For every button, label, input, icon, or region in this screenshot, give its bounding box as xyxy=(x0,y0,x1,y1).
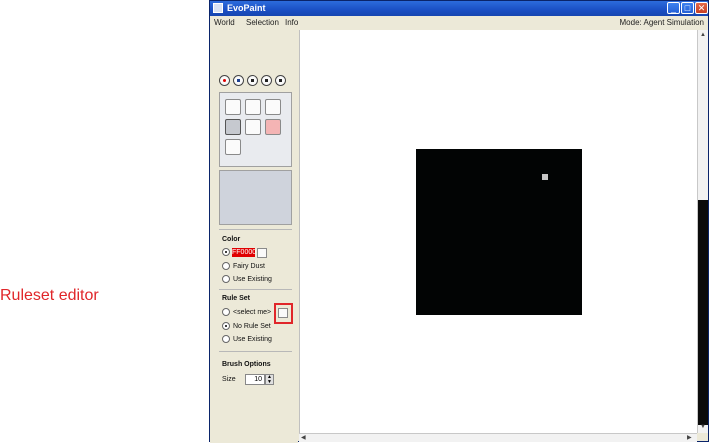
no-ruleset-radio[interactable] xyxy=(222,322,230,331)
evopaint-window: EvoPaint _ □ ✕ World Selection Info Mode… xyxy=(209,0,709,443)
brush-options-title: Brush Options xyxy=(222,361,271,368)
size-label: Size xyxy=(222,376,236,383)
mode-label: Mode: Agent Simulation xyxy=(619,18,705,27)
menu-world[interactable]: World xyxy=(214,18,235,28)
scroll-right-icon[interactable]: ▶ xyxy=(687,434,692,442)
stop-icon[interactable] xyxy=(261,75,272,86)
menu-bar: World Selection Info Mode: Agent Simulat… xyxy=(210,16,708,29)
brush-size-input[interactable]: 10 xyxy=(245,374,265,385)
ruleset-option-use-existing[interactable]: Use Existing xyxy=(222,335,272,345)
divider xyxy=(219,351,292,352)
eraser-icon[interactable] xyxy=(265,119,281,135)
brush-size-spinner[interactable]: ▲ ▼ xyxy=(265,374,274,385)
title-bar: EvoPaint _ □ ✕ xyxy=(210,1,708,16)
color-use-existing-radio[interactable] xyxy=(222,275,230,284)
world-view[interactable] xyxy=(416,149,582,315)
ruleset-section-title: Rule Set xyxy=(222,295,251,302)
agent-pixel xyxy=(542,174,548,180)
move-icon[interactable] xyxy=(245,99,261,115)
color-option-fairy-dust[interactable]: Fairy Dust xyxy=(222,262,265,272)
scroll-down-icon[interactable]: ▼ xyxy=(700,423,706,431)
color-section-title: Color xyxy=(222,236,241,243)
eject-icon[interactable] xyxy=(275,75,286,86)
ruleset-option-select[interactable]: <select me> xyxy=(222,308,271,318)
ruleset-editor-highlight xyxy=(274,303,293,324)
record-icon[interactable] xyxy=(219,75,230,86)
scroll-left-icon[interactable]: ◀ xyxy=(301,434,306,442)
menu-selection[interactable]: Selection xyxy=(246,18,279,28)
pause-icon[interactable] xyxy=(247,75,258,86)
zoom-icon[interactable] xyxy=(265,99,281,115)
hand-icon[interactable] xyxy=(245,119,261,135)
vertical-scroll-thumb[interactable] xyxy=(698,200,708,425)
scroll-up-icon[interactable]: ▲ xyxy=(700,31,706,39)
select-ruleset-radio[interactable] xyxy=(222,308,230,317)
ruleset-editor-callout: Ruleset editor xyxy=(0,287,99,304)
minimize-icon[interactable]: _ xyxy=(667,2,680,14)
color-swatch-radio[interactable] xyxy=(222,248,230,257)
divider xyxy=(219,229,292,230)
tool-palette xyxy=(219,92,292,167)
world-canvas[interactable] xyxy=(299,30,698,433)
menu-info[interactable]: Info xyxy=(285,18,298,28)
color-edit-icon[interactable] xyxy=(257,248,267,258)
select-rectangle-icon[interactable] xyxy=(225,99,241,115)
paint-brush-icon[interactable] xyxy=(225,119,241,135)
maximize-icon[interactable]: □ xyxy=(681,2,694,14)
divider xyxy=(219,289,292,290)
ruleset-option-none[interactable]: No Rule Set xyxy=(222,322,271,332)
color-option-use-existing[interactable]: Use Existing xyxy=(222,275,272,285)
fairy-dust-radio[interactable] xyxy=(222,262,230,271)
close-icon[interactable]: ✕ xyxy=(695,2,708,14)
eyedropper-icon[interactable] xyxy=(225,139,241,155)
play-icon[interactable] xyxy=(233,75,244,86)
tool-panel: Color FF0000 Fairy Dust Use Existing Rul… xyxy=(210,30,298,443)
color-swatch[interactable]: FF0000 xyxy=(232,248,256,257)
window-title: EvoPaint xyxy=(227,3,266,13)
ruleset-use-existing-radio[interactable] xyxy=(222,335,230,344)
app-icon xyxy=(213,3,223,13)
brush-preview xyxy=(219,170,292,225)
vertical-scrollbar[interactable]: ▲ ▼ xyxy=(697,30,708,433)
horizontal-scrollbar[interactable]: ◀ ▶ xyxy=(299,433,697,442)
